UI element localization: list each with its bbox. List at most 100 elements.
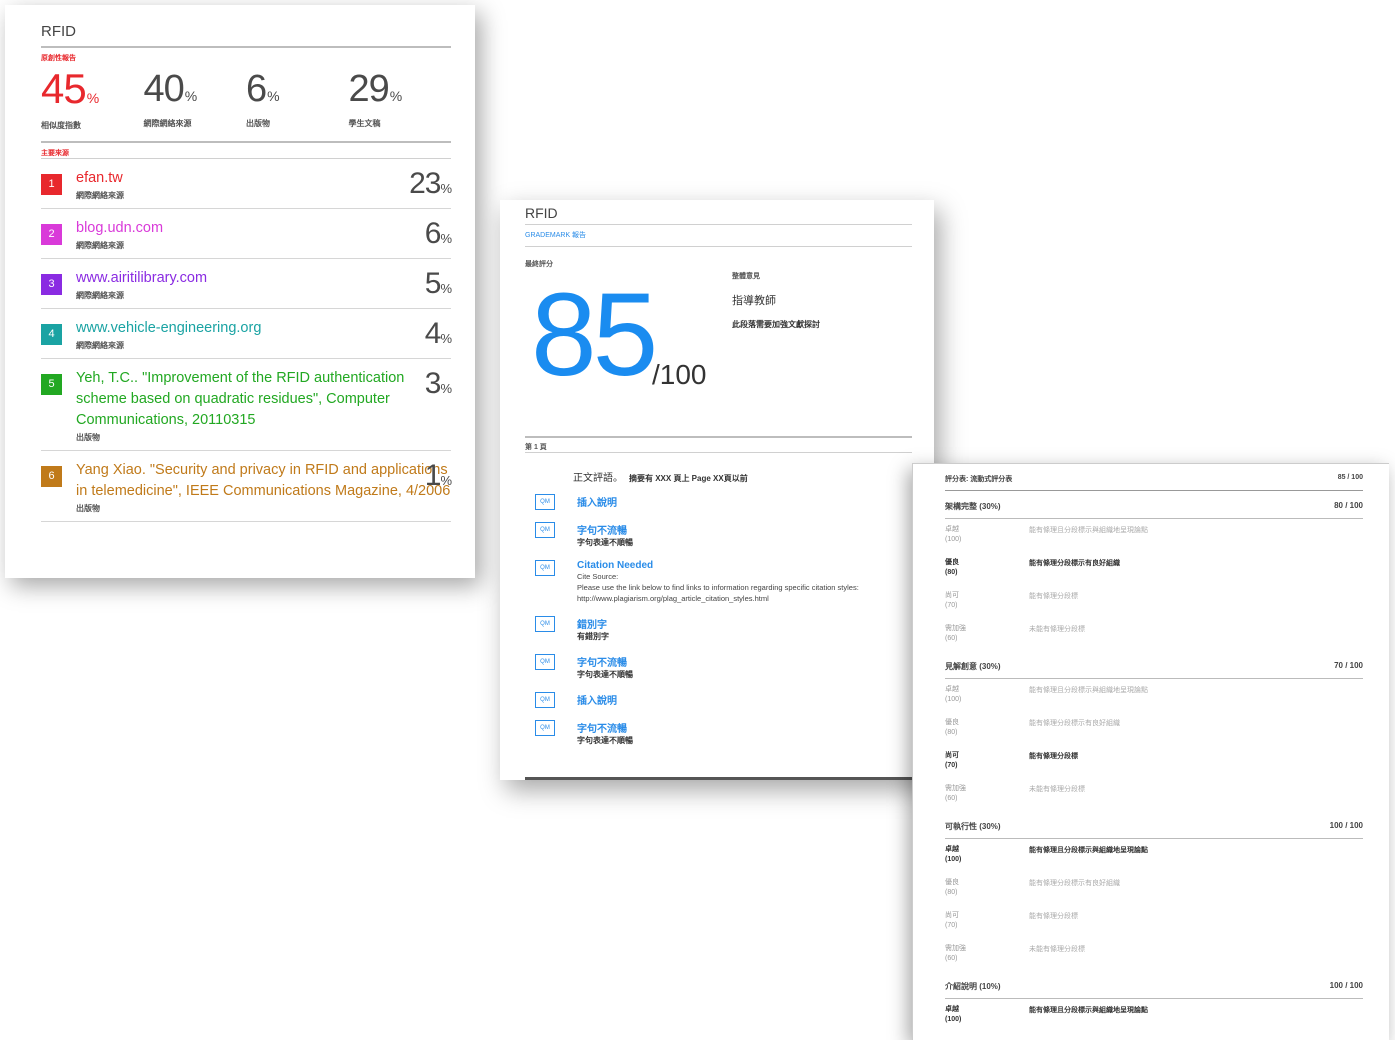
stat-label: 出版物 [246,119,270,128]
rubric-level: 需加強 (60) [945,784,1029,804]
quickmark-icon[interactable]: QM [535,560,555,576]
source-link[interactable]: www.airitilibrary.com [76,268,451,289]
comment-description-line: http://www.plagiarism.org/plag_article_c… [577,594,769,603]
divider [525,246,912,247]
quickmark-icon[interactable]: QM [535,616,555,632]
source-row: 2 blog.udn.com 網際網絡來源 6% [41,209,452,259]
comment-body: 字句不流暢 字句表達不順暢 [577,720,633,746]
source-percent: 23% [409,167,452,201]
rubric-level-points: (80) [945,889,958,896]
general-comment-label: 整體意見 [732,273,760,280]
comment-item[interactable]: QM 字句不流暢 字句表達不順暢 [525,720,912,746]
rubric-section-title: 介紹說明 (10%) [945,982,1001,991]
quickmark-icon[interactable]: QM [535,494,555,510]
source-row: 5 Yeh, T.C.. "Improvement of the RFID aut… [41,359,452,451]
stat-value: 40 [143,68,185,110]
rubric-level-description: 能有條理且分段標示與組織地呈現論點 [1029,847,1148,854]
quickmark-icon[interactable]: QM [535,720,555,736]
stat-label: 學生文稿 [348,119,381,128]
divider [525,452,912,453]
comment-body: 錯別字 有錯別字 [577,616,609,642]
comment-item[interactable]: QM 插入說明 [525,692,912,708]
rubric-level: 優良 (80) [945,558,1029,578]
rubric-criterion-row[interactable]: 卓越 (100) 能有條理且分段標示與組織地呈現論點 [945,519,1363,552]
rubric-section-title: 架構完整 (30%) [945,502,1001,511]
comment-item[interactable]: QM 插入說明 [525,494,912,510]
rubric-criterion-row[interactable]: 需加強 (60) 未能有條理分段標 [945,778,1363,811]
rubric-level-description: 能有條理分段標示有良好組織 [1029,880,1120,887]
stat-publications: 6% 出版物 [246,69,349,131]
rubric-level-name: 卓越 [945,526,959,533]
rubric-criterion-row[interactable]: 優良 (80) 能有條理分段標示有良好組織 [945,552,1363,585]
comment-item[interactable]: QM 字句不流暢 字句表達不順暢 [525,522,912,548]
rubric-level-description: 未能有條理分段標 [1029,626,1085,633]
source-link[interactable]: Yang Xiao. "Security and privacy in RFID… [76,460,451,502]
source-body: blog.udn.com 網際網絡來源 [76,218,451,251]
rubric-criterion-row[interactable]: 尚可 (70) 能有條理分段標 [945,745,1363,778]
source-type: 網際網絡來源 [76,191,124,200]
rubric-criterion-row[interactable]: 卓越 (100) 能有條理且分段標示與組織地呈現論點 [945,839,1363,872]
grademark-report-card: RFID GRADEMARK 報告 最終評分 85 /100 整體意見 指導教師… [500,200,934,780]
divider [525,436,912,438]
source-rank-badge: 1 [41,174,62,195]
rubric-section-score: 100 / 100 [1329,981,1363,990]
rubric-criterion-row[interactable]: 需加強 (60) 未能有條理分段標 [945,938,1363,971]
comment-header-sub: 摘要有 XXX 頁上 Page XX頁以前 [629,474,748,483]
rubric-section-header: 見解創意 (30%) 70 / 100 [945,651,1363,679]
rubric-section-title: 可執行性 (30%) [945,822,1001,831]
source-percent: 4% [425,317,452,351]
rubric-level-points: (70) [945,762,958,769]
rubric-level-description: 能有條理分段標示有良好組織 [1029,560,1120,567]
comment-item[interactable]: QM 字句不流暢 字句表達不順暢 [525,654,912,680]
rubric-level-description: 能有條理分段標示有良好組織 [1029,720,1120,727]
comment-title: 錯別字 [577,620,607,631]
rubric-header: 評分表: 流動式評分表 85 / 100 [945,472,1363,491]
report-title: RFID [525,205,558,221]
rubric-level-points: (80) [945,569,958,576]
rubric-criterion-row[interactable]: 優良 (80) 能有條理分段標示有良好組織 [945,872,1363,905]
rubric-criterion-row[interactable]: 需加強 (60) 未能有條理分段標 [945,618,1363,651]
comment-body: 插入說明 [577,692,617,708]
page-label: 第 1 頁 [525,444,547,451]
rubric-level-name: 優良 [945,879,959,886]
rubric-criterion-row[interactable]: 尚可 (70) 能有條理分段標 [945,585,1363,618]
quickmark-icon[interactable]: QM [535,692,555,708]
source-row: 6 Yang Xiao. "Security and privacy in RFI… [41,451,452,522]
source-link[interactable]: efan.tw [76,168,451,189]
quickmark-icon[interactable]: QM [535,522,555,538]
rubric-level-name: 需加強 [945,785,966,792]
source-link[interactable]: www.vehicle-engineering.org [76,318,451,339]
rubric-level: 尚可 (70) [945,911,1029,931]
source-row: 3 www.airitilibrary.com 網際網絡來源 5% [41,259,452,309]
source-body: efan.tw 網際網絡來源 [76,168,451,201]
rubric-criterion-row[interactable]: 優良 (80) 能有條理分段標示有良好組織 [945,712,1363,745]
rubric-level: 需加強 (60) [945,624,1029,644]
divider [41,141,451,143]
source-percent-unit: % [440,231,452,246]
source-row: 1 efan.tw 網際網絡來源 23% [41,159,452,209]
stat-unit: % [86,90,99,106]
rubric-name: 評分表: 流動式評分表 [945,476,1013,483]
rubric-level-description: 能有條理且分段標示與組織地呈現論點 [1029,687,1148,694]
rubric-level-points: (100) [945,1016,962,1023]
source-percent-value: 23 [409,167,441,200]
rubric-criterion-row[interactable]: 尚可 (70) 能有條理分段標 [945,905,1363,938]
comment-description-line: Cite Source: [577,572,619,581]
divider [41,46,451,48]
source-link[interactable]: blog.udn.com [76,218,451,239]
comment-body: 插入說明 [577,494,617,510]
comment-item[interactable]: QM Citation Needed Cite Source: Please use … [525,560,912,604]
comment-header-title: 正文評語。 [573,473,623,484]
source-percent-unit: % [440,473,452,488]
divider [525,224,912,225]
quickmark-icon[interactable]: QM [535,654,555,670]
rubric-criterion-row[interactable]: 卓越 (100) 能有條理且分段標示與組織地呈現論點 [945,999,1363,1032]
comment-subtitle: 字句表達不順暢 [577,736,633,745]
comment-title: 插入說明 [577,696,617,707]
comment-title: 字句不流暢 [577,526,627,537]
source-link[interactable]: Yeh, T.C.. "Improvement of the RFID auth… [76,368,451,431]
rubric-level-name: 卓越 [945,686,959,693]
rubric-criterion-row[interactable]: 卓越 (100) 能有條理且分段標示與組織地呈現論點 [945,679,1363,712]
rubric-level-description: 能有條理且分段標示與組織地呈現論點 [1029,527,1148,534]
comment-item[interactable]: QM 錯別字 有錯別字 [525,616,912,642]
